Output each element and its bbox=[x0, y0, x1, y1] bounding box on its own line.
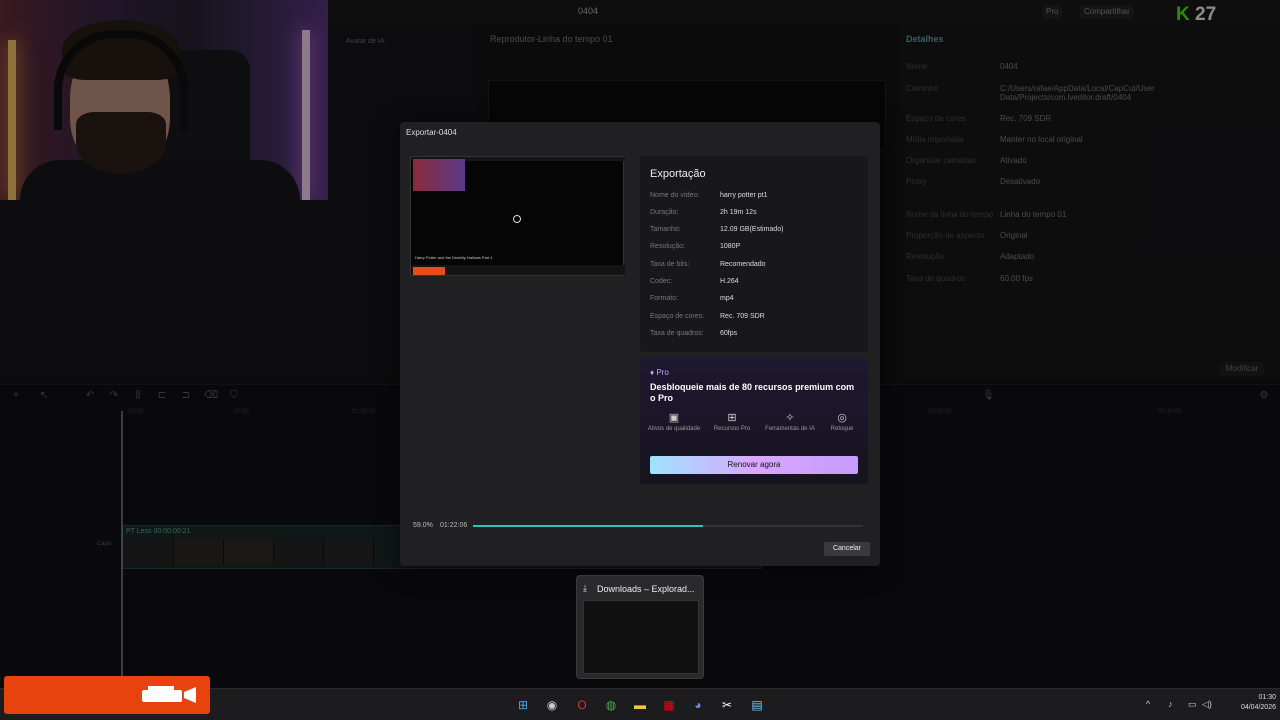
screen: 0404 Pro Compartilhar K 27 Avatar de IA … bbox=[0, 0, 1280, 720]
info-row: Taxa de quadros: 60fps bbox=[650, 330, 738, 337]
chevron-up-icon[interactable]: ^ bbox=[1146, 699, 1150, 709]
progress-elapsed: 01:22:06 bbox=[440, 522, 468, 529]
renew-now-button[interactable]: Renovar agora bbox=[650, 456, 858, 474]
volume-icon[interactable]: ◁) bbox=[1202, 699, 1212, 710]
netflix-icon[interactable]: ▦ bbox=[661, 697, 677, 713]
preview-thumbnail[interactable] bbox=[583, 600, 699, 674]
info-row: Duração: 2h 19m 12s bbox=[650, 209, 757, 216]
diamond-icon: ♦ bbox=[650, 368, 655, 377]
info-row: Taxa de bits: Recomendado bbox=[650, 261, 766, 268]
preview-title: Downloads – Explorad... bbox=[597, 584, 695, 594]
capcut-icon[interactable]: ✂ bbox=[719, 697, 735, 713]
feature-pro-resources: ⊞ Recursos Pro bbox=[704, 410, 760, 450]
info-row: Espaço de cores: Rec. 709 SDR bbox=[650, 313, 765, 320]
progress-fill bbox=[473, 525, 704, 527]
retouch-icon: ◎ bbox=[837, 412, 847, 424]
progress-percent: 59.0% bbox=[413, 522, 433, 529]
feature-retouch: ◎ Retoque bbox=[814, 410, 870, 450]
clock-time: 01:30 bbox=[1258, 694, 1276, 701]
steam-icon[interactable]: ◉ bbox=[544, 697, 560, 713]
camera-logo-icon bbox=[142, 686, 196, 703]
export-heading: Exportação bbox=[650, 168, 706, 180]
info-row: Nome do vídeo: harry potter pt1 bbox=[650, 192, 768, 199]
chrome-icon[interactable]: ◍ bbox=[603, 697, 619, 713]
thumb-logo bbox=[413, 267, 445, 275]
feature-ai-tools: ✧ Ferramentas de IA bbox=[762, 410, 818, 450]
download-icon: ⤓ bbox=[583, 583, 587, 593]
opera-icon[interactable]: O bbox=[574, 697, 590, 713]
discord-icon[interactable]: ◕ bbox=[690, 697, 706, 713]
thumb-caption: Harry Potter and the Deathly Hallows Par… bbox=[415, 255, 493, 260]
notepad-icon[interactable]: ▤ bbox=[749, 697, 765, 713]
pro-label: ♦ Pro bbox=[650, 368, 669, 377]
system-clock[interactable]: 01:30 04/04/2026 bbox=[1220, 693, 1276, 713]
pro-promo-card: ♦ Pro Desbloqueie mais de 80 recursos pr… bbox=[640, 358, 868, 484]
image-quality-icon: ▣ bbox=[668, 412, 680, 424]
export-info-card: Exportação Nome do vídeo: harry potter pt… bbox=[640, 156, 868, 352]
stream-logo-banner bbox=[4, 676, 210, 714]
info-row: Formato: mp4 bbox=[650, 295, 734, 302]
dialog-title: Exportar-0404 bbox=[406, 128, 457, 137]
monitor-icon[interactable]: ▭ bbox=[1188, 699, 1197, 710]
magic-wand-icon: ✧ bbox=[785, 412, 795, 424]
info-row: Tamanho: 12.09 GB(Estimado) bbox=[650, 226, 784, 233]
grid-icon: ⊞ bbox=[727, 412, 737, 424]
file-explorer-icon[interactable]: ▬ bbox=[632, 697, 648, 713]
windows-start-icon[interactable]: ⊞ bbox=[515, 697, 531, 713]
feature-quality-assets: ▣ Ativos de qualidade bbox=[647, 412, 701, 432]
clock-date: 04/04/2026 bbox=[1240, 704, 1276, 711]
loading-icon bbox=[513, 215, 521, 223]
microphone-icon[interactable]: ♪ bbox=[1168, 699, 1173, 709]
export-dialog: Exportar-0404 Harry Potter and the Death… bbox=[400, 122, 880, 566]
info-row: Resolução: 1080P bbox=[650, 243, 741, 250]
cancel-button[interactable]: Cancelar bbox=[824, 542, 870, 556]
taskbar-preview[interactable]: ⤓ Downloads – Explorad... bbox=[576, 575, 704, 679]
export-thumbnail: Harry Potter and the Deathly Hallows Par… bbox=[410, 156, 625, 276]
progress-bar bbox=[473, 525, 863, 527]
info-row: Codec: H.264 bbox=[650, 278, 739, 285]
promo-text: Desbloqueie mais de 80 recursos premium … bbox=[650, 382, 855, 403]
thumb-webcam bbox=[413, 159, 465, 191]
